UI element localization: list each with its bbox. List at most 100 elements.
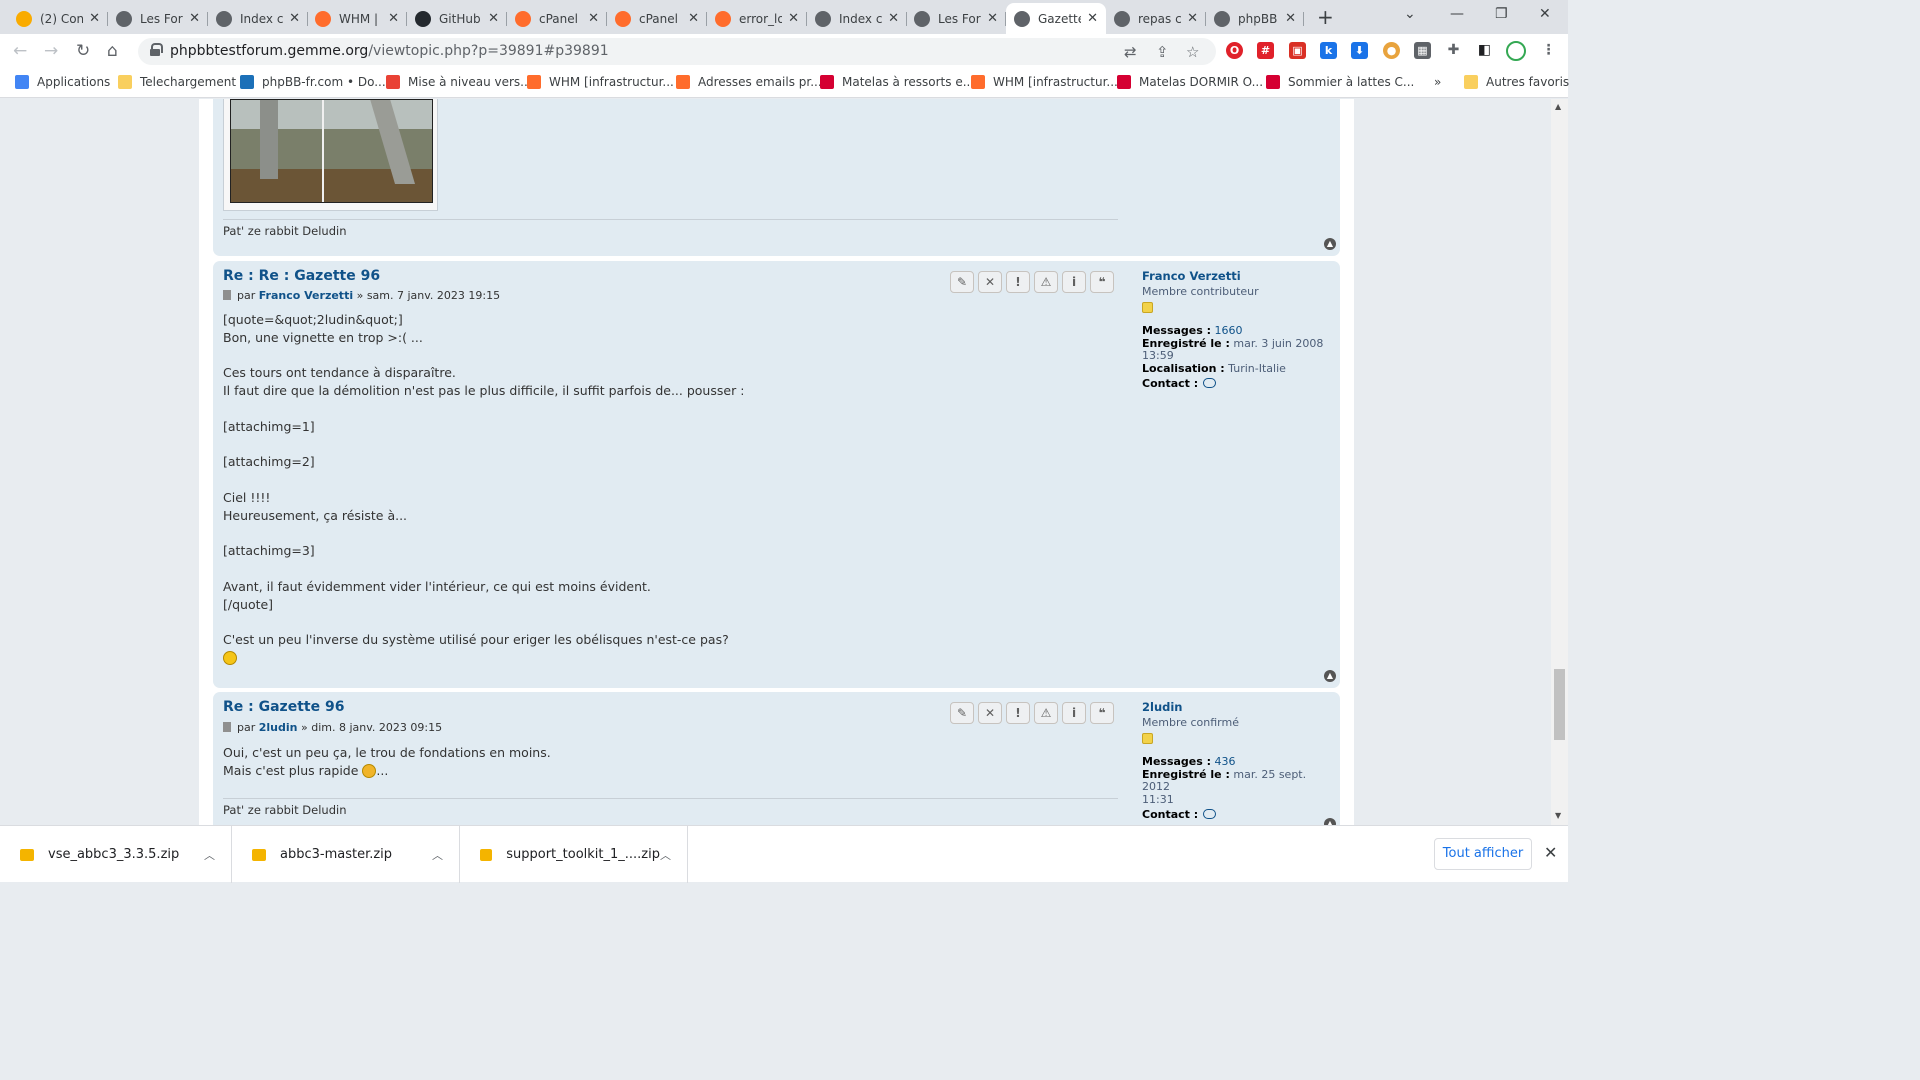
window-close-button[interactable]: ✕ (1539, 6, 1551, 22)
reload-button[interactable]: ↻ (76, 41, 90, 61)
maximize-button[interactable]: ❐ (1495, 6, 1508, 22)
home-button[interactable]: ⌂ (107, 41, 118, 61)
bookmark-5[interactable]: Adresses emails pr... (676, 75, 822, 89)
tab-9[interactable]: Les For ✕ (906, 3, 1006, 34)
contact-bubble-icon[interactable] (1203, 378, 1217, 388)
menu-icon[interactable]: ⋮ (1540, 42, 1557, 59)
tab-search-icon[interactable]: ⌄ (1404, 6, 1416, 22)
bookmark-6[interactable]: Matelas à ressorts e... (820, 75, 974, 89)
warn-button[interactable]: ⚠ (1034, 271, 1058, 293)
minimize-button[interactable]: — (1450, 6, 1464, 22)
bookmark-0[interactable]: Applications (15, 75, 110, 89)
post-icon[interactable] (223, 722, 231, 732)
post-title[interactable]: Re : Gazette 96 (223, 699, 344, 715)
close-downloads-icon[interactable]: ✕ (1544, 843, 1557, 862)
tab-close-icon[interactable]: ✕ (1285, 11, 1296, 26)
tab-close-icon[interactable]: ✕ (1087, 11, 1098, 26)
more-bookmarks-button[interactable]: » (1434, 75, 1441, 89)
tab-4[interactable]: GitHub ✕ (407, 3, 507, 34)
address-bar[interactable]: phpbbtestforum.gemme.org/viewtopic.php?p… (138, 38, 1216, 65)
back-to-top-icon[interactable]: ▲ (1324, 238, 1336, 250)
side-panel-icon[interactable]: ◧ (1476, 42, 1493, 59)
puzzle-icon[interactable]: ✚ (1445, 42, 1462, 59)
chevron-up-icon[interactable]: ︿ (660, 847, 671, 863)
tab-10[interactable]: Gazette ✕ (1006, 3, 1106, 34)
tab-close-icon[interactable]: ✕ (588, 11, 599, 26)
tab-6[interactable]: cPanel ✕ (607, 3, 707, 34)
tab-2[interactable]: Index c ✕ (208, 3, 308, 34)
post-icon[interactable] (223, 290, 231, 300)
lock-icon[interactable] (150, 43, 163, 56)
qr-extension-icon[interactable]: ▦ (1414, 42, 1431, 59)
tab-1[interactable]: Les For ✕ (108, 3, 208, 34)
profile-messages-link[interactable]: 436 (1215, 755, 1236, 768)
attachment-thumbnail[interactable] (223, 99, 438, 211)
delete-button[interactable]: ✕ (978, 271, 1002, 293)
tab-close-icon[interactable]: ✕ (189, 11, 200, 26)
tab-12[interactable]: phpBB ✕ (1206, 3, 1304, 34)
contact-bubble-icon[interactable] (1203, 809, 1217, 819)
bookmark-star-icon[interactable]: ☆ (1186, 43, 1199, 61)
tab-close-icon[interactable]: ✕ (688, 11, 699, 26)
tab-7[interactable]: error_lo ✕ (707, 3, 807, 34)
tab-close-icon[interactable]: ✕ (888, 11, 899, 26)
translate-icon[interactable]: ⇄ (1124, 43, 1137, 61)
url-text[interactable]: phpbbtestforum.gemme.org/viewtopic.php?p… (170, 43, 609, 59)
profile-avatar[interactable] (1506, 41, 1526, 61)
report-button[interactable]: ! (1006, 271, 1030, 293)
download-item[interactable]: abbc3-master.zip ︿ (232, 826, 460, 883)
info-button[interactable]: i (1062, 702, 1086, 724)
report-button[interactable]: ! (1006, 702, 1030, 724)
download-item[interactable]: support_toolkit_1_....zip ︿ (460, 826, 688, 883)
post-author-link[interactable]: Franco Verzetti (259, 289, 353, 302)
forward-button[interactable]: → (44, 41, 58, 61)
k-extension-icon[interactable]: k (1320, 42, 1337, 59)
chevron-up-icon[interactable]: ︿ (204, 847, 215, 863)
delete-button[interactable]: ✕ (978, 702, 1002, 724)
bookmark-2[interactable]: phpBB-fr.com • Do... (240, 75, 386, 89)
post-title[interactable]: Re : Re : Gazette 96 (223, 268, 380, 284)
profile-username[interactable]: Franco Verzetti (1142, 269, 1337, 283)
bookmark-9[interactable]: Sommier à lattes C... (1266, 75, 1414, 89)
info-button[interactable]: i (1062, 271, 1086, 293)
back-to-top-icon[interactable]: ▲ (1324, 818, 1336, 825)
edit-button[interactable]: ✎ (950, 271, 974, 293)
tab-close-icon[interactable]: ✕ (1187, 11, 1198, 26)
post-author-link[interactable]: 2ludin (259, 721, 298, 734)
bookmark-7[interactable]: WHM [infrastructur... (971, 75, 1118, 89)
cookie-extension-icon[interactable]: ● (1383, 42, 1400, 59)
scrollbar-thumb[interactable] (1554, 669, 1565, 740)
back-button[interactable]: ← (13, 41, 27, 61)
bookmark-10[interactable]: Autres favoris (1464, 75, 1569, 89)
page-scrollbar[interactable]: ▲ ▼ (1551, 99, 1568, 825)
tab-8[interactable]: Index c ✕ (807, 3, 907, 34)
bookmark-8[interactable]: Matelas DORMIR O... (1117, 75, 1263, 89)
tab-0[interactable]: (2) Con ✕ (8, 3, 108, 34)
download-item[interactable]: vse_abbc3_3.3.5.zip ︿ (0, 826, 232, 883)
new-tab-button[interactable]: + (1317, 5, 1334, 29)
bookmark-1[interactable]: Telechargement (118, 75, 236, 89)
share-icon[interactable]: ⇪ (1156, 43, 1169, 61)
warn-button[interactable]: ⚠ (1034, 702, 1058, 724)
tab-3[interactable]: WHM | ✕ (307, 3, 407, 34)
tab-close-icon[interactable]: ✕ (488, 11, 499, 26)
opera-extension-icon[interactable]: O (1226, 42, 1243, 59)
tab-close-icon[interactable]: ✕ (788, 11, 799, 26)
tab-close-icon[interactable]: ✕ (289, 11, 300, 26)
edit-button[interactable]: ✎ (950, 702, 974, 724)
extension-icon[interactable]: # (1257, 42, 1274, 59)
scroll-down-arrow-icon[interactable]: ▼ (1555, 811, 1561, 820)
tab-close-icon[interactable]: ✕ (987, 11, 998, 26)
tab-close-icon[interactable]: ✕ (388, 11, 399, 26)
download-extension-icon[interactable]: ⬇ (1351, 42, 1368, 59)
scroll-up-arrow-icon[interactable]: ▲ (1555, 102, 1561, 111)
bookmark-3[interactable]: Mise à niveau vers... (386, 75, 532, 89)
tab-close-icon[interactable]: ✕ (89, 11, 100, 26)
chevron-up-icon[interactable]: ︿ (432, 847, 443, 863)
tab-5[interactable]: cPanel ✕ (507, 3, 607, 34)
quote-button[interactable]: ❝ (1090, 271, 1114, 293)
show-all-downloads-button[interactable]: Tout afficher (1434, 838, 1532, 870)
quote-button[interactable]: ❝ (1090, 702, 1114, 724)
profile-messages-link[interactable]: 1660 (1215, 324, 1243, 337)
extension-icon[interactable]: ▣ (1289, 42, 1306, 59)
